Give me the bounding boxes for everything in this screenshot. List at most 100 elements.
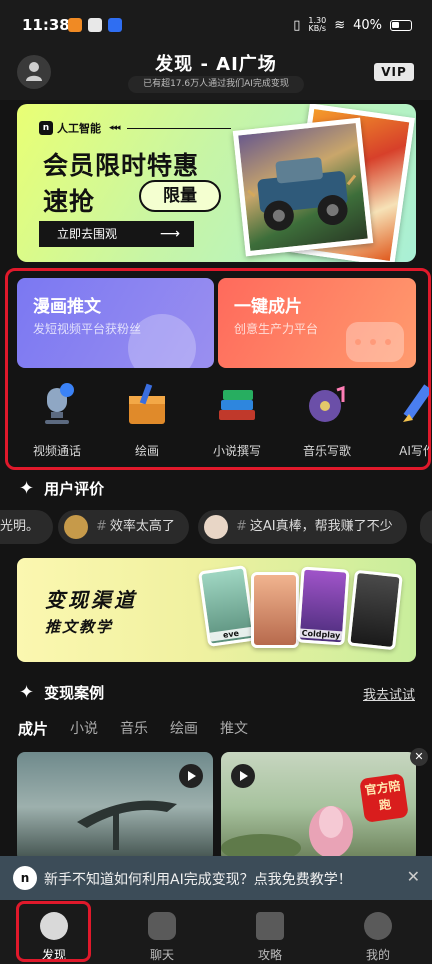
books-icon	[213, 380, 261, 428]
hash-icon: #	[96, 519, 107, 534]
play-icon[interactable]	[179, 764, 203, 788]
artist-name: eve	[209, 626, 253, 642]
reviewer-avatar	[64, 515, 88, 539]
comic-narration-card[interactable]: 漫画推文 发短视频平台获粉丝	[17, 278, 214, 368]
review-text: 光明。	[0, 519, 40, 534]
wifi-icon: ≋	[334, 17, 346, 33]
artist-photo: Coldplay	[296, 566, 350, 646]
face-icon	[364, 912, 392, 940]
pencil-icon	[393, 380, 429, 428]
review-chip[interactable]: # 这AI真棒，帮我赚了不少	[198, 510, 407, 544]
card-subtitle: 发短视频平台获粉丝	[33, 322, 142, 336]
tab-narration[interactable]: 推文	[220, 718, 248, 739]
tutorial-notice-bar[interactable]: n 新手不知道如何利用AI完成变现？点我免费教学！ ✕	[0, 856, 432, 900]
smile-decoration-icon	[128, 314, 196, 368]
star-book-icon	[256, 912, 284, 940]
cases-title: 变现案例	[44, 684, 105, 702]
artist-name: Coldplay	[299, 628, 343, 641]
play-icon[interactable]	[231, 764, 255, 788]
artist-photo	[347, 569, 403, 651]
tool-novel-writing[interactable]: 小说撰写	[197, 380, 277, 459]
tool-video-call[interactable]: 视频通话	[17, 380, 97, 459]
nav-chat[interactable]: 聊天	[108, 908, 216, 963]
tool-shortcuts: 视频通话 绘画 小说撰写 音乐写歌 AI写作	[17, 380, 429, 462]
official-escort-badge[interactable]: 官方陪跑	[359, 773, 409, 823]
nav-label: 我的	[365, 948, 390, 962]
one-click-video-card[interactable]: 一键成片 创意生产力平台	[218, 278, 416, 368]
nav-profile[interactable]: 我的	[324, 908, 432, 963]
banner-cta-button[interactable]: 立即去围观 ⟶	[39, 221, 194, 247]
review-text: 效率太高了	[109, 519, 175, 534]
status-right: ▯ 1.30 KB/s ≋ 40%	[293, 17, 412, 33]
promo-subtitle: 推文教学	[45, 618, 114, 636]
monetization-banner[interactable]: 变现渠道 推文教学 eve Coldplay	[17, 558, 416, 662]
vibrate-icon: ▯	[293, 17, 301, 33]
banner-tag-text: 人工智能	[57, 122, 101, 135]
status-time: 11:38	[22, 16, 70, 34]
nav-label: 聊天	[149, 948, 174, 962]
chat-bubble-decoration-icon	[346, 322, 404, 362]
limited-badge: 限量	[139, 180, 221, 212]
tool-ai-writing[interactable]: AI写作	[377, 380, 429, 459]
tool-label: 小说撰写	[212, 444, 261, 458]
tab-novel[interactable]: 小说	[70, 718, 98, 739]
status-app-icons	[68, 18, 122, 32]
review-chip[interactable]	[420, 510, 432, 544]
microphone-icon	[33, 380, 81, 428]
hash-icon: #	[236, 519, 247, 534]
arrow-dots-icon: ◂◂◂	[109, 123, 121, 133]
close-icon[interactable]: ✕	[407, 867, 420, 886]
tool-label: 视频通话	[32, 444, 81, 458]
vip-button[interactable]: VIP	[374, 63, 414, 81]
banner-artwork-truck	[232, 117, 374, 257]
tab-painting[interactable]: 绘画	[170, 718, 198, 739]
sparkle-icon: ✦	[19, 682, 35, 703]
battery-text: 40%	[353, 17, 382, 33]
paint-box-icon	[123, 380, 171, 428]
top-header: 发现 - AI广场 已有超17.6万人通过我们AI完成变现 VIP	[0, 40, 432, 100]
tool-music-writing[interactable]: 音乐写歌	[287, 380, 367, 459]
review-chip[interactable]: # 效率太高了	[58, 510, 189, 544]
brand-logo-icon: n	[13, 866, 37, 890]
banner-subheadline: 速抢	[43, 187, 96, 216]
chat-icon	[148, 912, 176, 940]
net-speed: 1.30 KB/s	[308, 16, 327, 33]
truck-illustration	[247, 157, 357, 231]
card-title: 漫画推文	[33, 297, 101, 317]
review-chip[interactable]: 光明。	[0, 510, 54, 544]
banner-tag: n 人工智能 ◂◂◂	[39, 120, 121, 136]
tab-video[interactable]: 成片	[18, 718, 48, 739]
card-title: 一键成片	[234, 297, 302, 317]
reviews-heading: ✦ 用户评价	[19, 478, 104, 499]
banner-headline: 会员限时特惠	[43, 151, 200, 180]
music-icon	[303, 380, 351, 428]
notification-icon	[88, 18, 102, 32]
battery-icon	[390, 19, 412, 31]
cases-heading: ✦ 变现案例	[19, 682, 104, 703]
notification-icon	[108, 18, 122, 32]
nav-guide[interactable]: 攻略	[216, 908, 324, 963]
reviewer-avatar	[204, 515, 228, 539]
banner-divider	[127, 128, 231, 129]
reviews-title: 用户评价	[44, 480, 105, 498]
case-tabs: 成片 小说 音乐 绘画 推文	[18, 718, 248, 739]
page-subtitle: 已有超17.6万人通过我们AI完成变现	[128, 76, 304, 93]
page-title: 发现 - AI广场	[155, 54, 277, 75]
tab-music[interactable]: 音乐	[120, 718, 148, 739]
nav-highlight-frame	[16, 901, 91, 962]
case-video-thumbnail[interactable]	[17, 752, 213, 862]
promo-banner[interactable]: n 人工智能 ◂◂◂ 会员限时特惠 速抢 限量 立即去围观 ⟶	[17, 104, 416, 262]
close-icon[interactable]: ✕	[410, 748, 428, 766]
arrow-right-icon: ⟶	[159, 226, 180, 242]
tool-painting[interactable]: 绘画	[107, 380, 187, 459]
notice-text: 新手不知道如何利用AI完成变现？点我免费教学！	[44, 872, 352, 888]
brand-logo-icon: n	[39, 121, 53, 135]
nav-label: 攻略	[257, 948, 282, 962]
tool-label: 音乐写歌	[302, 444, 351, 458]
tool-label: 绘画	[134, 444, 159, 458]
reviews-carousel[interactable]: 光明。 # 效率太高了 # 这AI真棒，帮我赚了不少	[0, 510, 432, 544]
promo-title: 变现渠道	[45, 588, 137, 612]
artist-photo	[251, 572, 299, 648]
try-it-link[interactable]: 我去试试	[363, 684, 415, 703]
cta-label: 立即去围观	[57, 227, 118, 241]
